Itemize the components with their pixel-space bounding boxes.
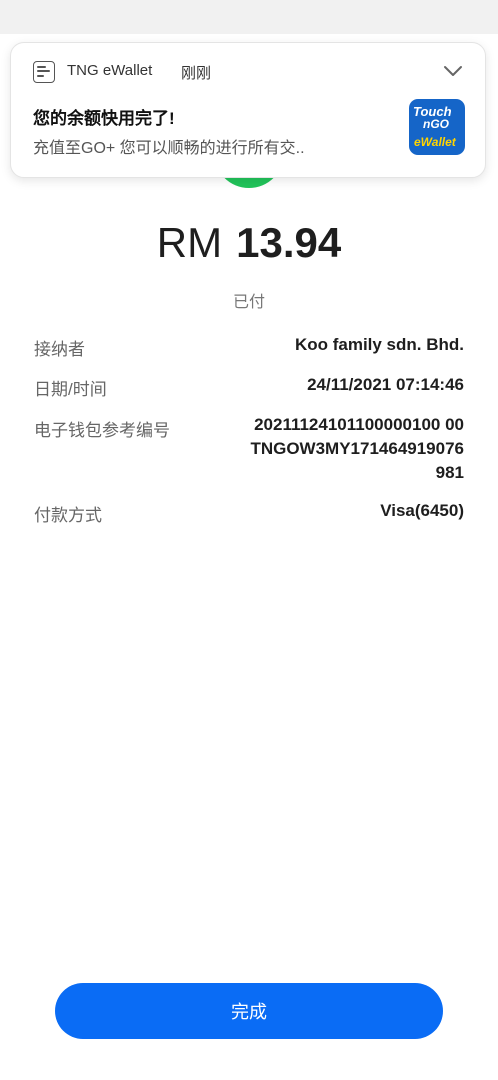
payment-method-value: Visa(6450)	[380, 501, 464, 520]
status-bar	[0, 0, 498, 34]
notification-card[interactable]: TNG eWallet 刚刚 您的余额快用完了! 充值至GO+ 您可以顺畅的进行…	[10, 42, 486, 178]
notification-app-name: TNG eWallet	[67, 62, 153, 79]
currency-label: RM	[156, 219, 223, 266]
payment-amount: RM 13.94	[0, 218, 498, 268]
recipient-value: Koo family sdn. Bhd.	[294, 335, 464, 354]
reference-value: 20211124101100000100 00TNGOW3MY171464919…	[250, 415, 464, 482]
notification-title: 您的余额快用完了!	[33, 109, 175, 128]
chevron-down-icon[interactable]	[441, 61, 465, 81]
touch-n-go-logo: Touch nGO eWallet	[409, 99, 465, 155]
payment-status: 已付	[232, 294, 265, 311]
tng-app-icon	[33, 61, 55, 83]
notification-time: 刚刚	[181, 65, 212, 82]
reference-label: 电子钱包参考编号	[34, 421, 170, 440]
done-button[interactable]: 完成	[55, 983, 443, 1039]
datetime-value: 24/11/2021 07:14:46	[307, 375, 464, 394]
payment-method-label: 付款方式	[34, 506, 102, 525]
amount-value: 13.94	[236, 219, 342, 266]
datetime-label: 日期/时间	[34, 380, 107, 399]
recipient-label: 接纳者	[34, 340, 85, 359]
notification-body: 充值至GO+ 您可以顺畅的进行所有交..	[33, 140, 305, 157]
